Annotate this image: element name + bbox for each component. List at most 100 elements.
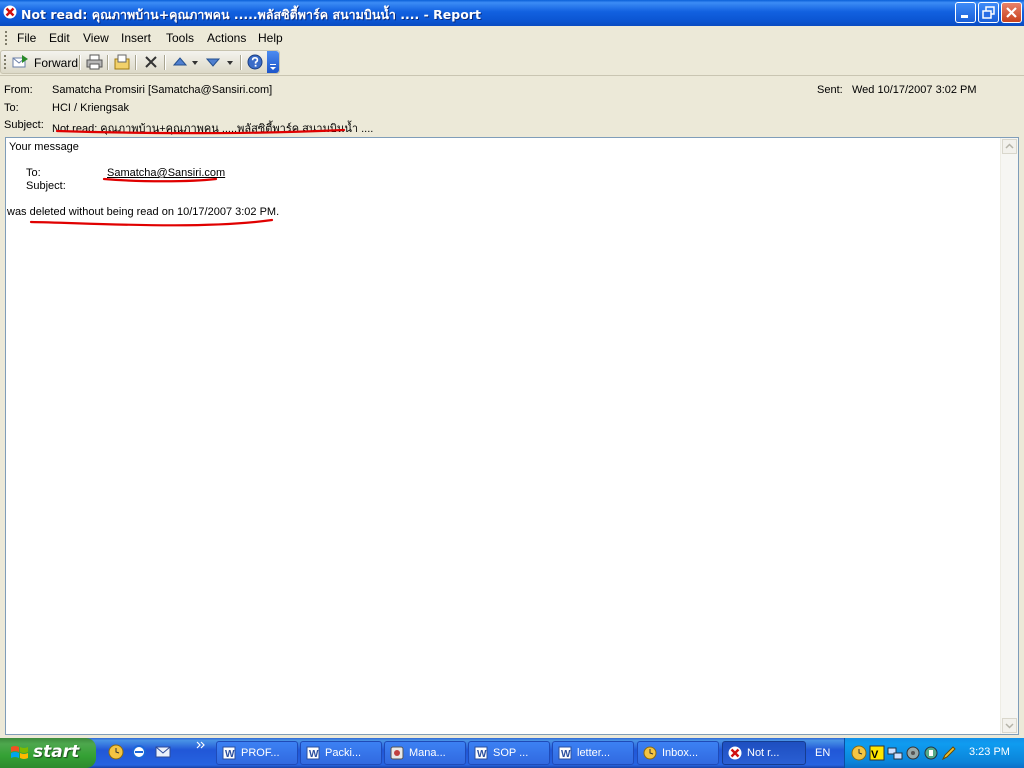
toolbar-separator	[240, 55, 242, 70]
body-intro: Your message	[9, 141, 79, 153]
window-title: Not read: คุณภาพบ้าน+คุณภาพคน .....พลัสซ…	[21, 7, 481, 22]
outlook-quicklaunch-icon[interactable]	[155, 744, 171, 760]
app-icon	[390, 746, 404, 760]
svg-text:W: W	[477, 749, 487, 760]
from-value[interactable]: Samatcha Promsiri [Samatcha@Sansiri.com]	[52, 84, 272, 96]
pen-tool-icon[interactable]	[941, 745, 957, 761]
subject-label: Subject:	[4, 119, 44, 131]
outlook-icon	[643, 746, 657, 760]
close-icon	[1006, 7, 1017, 18]
body-subject-label: Subject:	[26, 180, 66, 192]
message-body[interactable]: Your message To: Samatcha@Sansiri.com Su…	[5, 137, 1019, 735]
from-label: From:	[4, 84, 33, 96]
taskbar: start W PROF... W Packi... Mana... W SOP…	[0, 738, 1024, 768]
subject-value: Not read: คุณภาพบ้าน+คุณภาพคน .....พลัสซ…	[52, 123, 374, 135]
menu-tools[interactable]: Tools	[166, 31, 194, 45]
network-icon[interactable]	[887, 745, 903, 761]
taskbar-item-letter[interactable]: W letter...	[552, 741, 634, 765]
task-label: Inbox...	[662, 747, 699, 759]
minimize-icon	[961, 15, 968, 18]
taskbar-item-not-read[interactable]: Not r...	[722, 741, 806, 765]
body-to-label: To:	[26, 167, 41, 179]
help-icon	[247, 54, 263, 70]
menu-view[interactable]: View	[83, 31, 109, 45]
chevron-right-icon[interactable]	[196, 740, 212, 756]
forward-button[interactable]: Forward	[10, 53, 78, 72]
menu-help[interactable]: Help	[258, 31, 283, 45]
menu-file[interactable]: File	[17, 31, 36, 45]
svg-text:W: W	[309, 749, 319, 760]
sent-label: Sent:	[817, 84, 843, 96]
next-item-icon	[205, 58, 233, 67]
chevron-up-icon	[1005, 143, 1014, 149]
toolbar-grip-icon[interactable]	[5, 30, 8, 46]
taskbar-item-packi[interactable]: W Packi...	[300, 741, 382, 765]
clock-app-icon[interactable]	[108, 744, 124, 760]
message-header: From: Samatcha Promsiri [Samatcha@Sansir…	[0, 75, 1024, 138]
system-tray: V 3:23 PM	[844, 738, 1024, 768]
previous-item-button[interactable]	[170, 53, 200, 72]
toolbar-separator	[135, 55, 137, 70]
scroll-down-button[interactable]	[1002, 718, 1017, 733]
chevron-down-icon	[270, 64, 276, 70]
chevron-down-icon	[1005, 723, 1014, 729]
scroll-up-button[interactable]	[1002, 139, 1017, 154]
svg-text:W: W	[225, 749, 235, 760]
windows-logo-icon	[11, 746, 28, 759]
move-to-folder-button[interactable]	[112, 53, 132, 72]
language-indicator[interactable]: EN	[815, 747, 830, 759]
security-icon[interactable]	[923, 745, 939, 761]
minimize-button[interactable]	[955, 2, 976, 23]
restore-button[interactable]	[978, 2, 999, 23]
volume-icon[interactable]	[905, 745, 921, 761]
task-label: Mana...	[409, 747, 446, 759]
taskbar-item-prof[interactable]: W PROF...	[216, 741, 298, 765]
task-label: SOP ...	[493, 747, 529, 759]
task-label: Packi...	[325, 747, 362, 759]
toolbar-separator	[164, 55, 166, 70]
internet-explorer-icon[interactable]	[131, 744, 147, 760]
body-status-line: was deleted without being read on 10/17/…	[7, 206, 280, 218]
menu-bar: File Edit View Insert Tools Actions Help	[0, 26, 1024, 49]
taskbar-item-mana[interactable]: Mana...	[384, 741, 466, 765]
delete-button[interactable]	[141, 53, 161, 72]
toolbar-separator	[107, 55, 109, 70]
print-icon	[86, 54, 103, 70]
report-icon	[3, 5, 17, 19]
title-bar[interactable]: Not read: คุณภาพบ้าน+คุณภาพคน .....พลัสซ…	[0, 0, 1024, 26]
word-doc-icon: W	[222, 746, 236, 760]
body-to-value[interactable]: Samatcha@Sansiri.com	[107, 167, 225, 179]
toolbar-options-button[interactable]	[267, 51, 279, 73]
to-label: To:	[4, 102, 19, 114]
sent-value: Wed 10/17/2007 3:02 PM	[852, 84, 977, 96]
move-to-folder-icon	[114, 54, 130, 70]
print-button[interactable]	[84, 53, 104, 72]
taskbar-item-inbox[interactable]: Inbox...	[637, 741, 719, 765]
menu-insert[interactable]: Insert	[121, 31, 151, 45]
forward-icon	[12, 55, 28, 68]
clock-tray-icon[interactable]	[851, 745, 867, 761]
close-button[interactable]	[1001, 2, 1022, 23]
delete-icon	[145, 56, 157, 68]
antivirus-icon[interactable]: V	[869, 745, 885, 761]
task-label: PROF...	[241, 747, 280, 759]
task-label: Not r...	[747, 747, 780, 759]
toolbar-grip-icon[interactable]	[4, 54, 7, 70]
toolbar-separator	[79, 55, 81, 70]
previous-item-icon	[172, 57, 198, 66]
taskbar-item-sop[interactable]: W SOP ...	[468, 741, 550, 765]
next-item-button[interactable]	[203, 53, 237, 72]
vertical-scrollbar[interactable]	[1000, 138, 1018, 734]
report-icon	[728, 746, 742, 760]
start-label: start	[33, 742, 80, 762]
task-label: letter...	[577, 747, 611, 759]
start-button[interactable]: start	[0, 738, 96, 768]
menu-actions[interactable]: Actions	[207, 31, 246, 45]
restore-icon	[982, 6, 995, 19]
system-clock[interactable]: 3:23 PM	[969, 746, 1010, 758]
word-doc-icon: W	[474, 746, 488, 760]
svg-text:V: V	[871, 749, 879, 761]
menu-edit[interactable]: Edit	[49, 31, 70, 45]
to-value[interactable]: HCI / Kriengsak	[52, 102, 129, 114]
help-button[interactable]	[245, 53, 265, 72]
